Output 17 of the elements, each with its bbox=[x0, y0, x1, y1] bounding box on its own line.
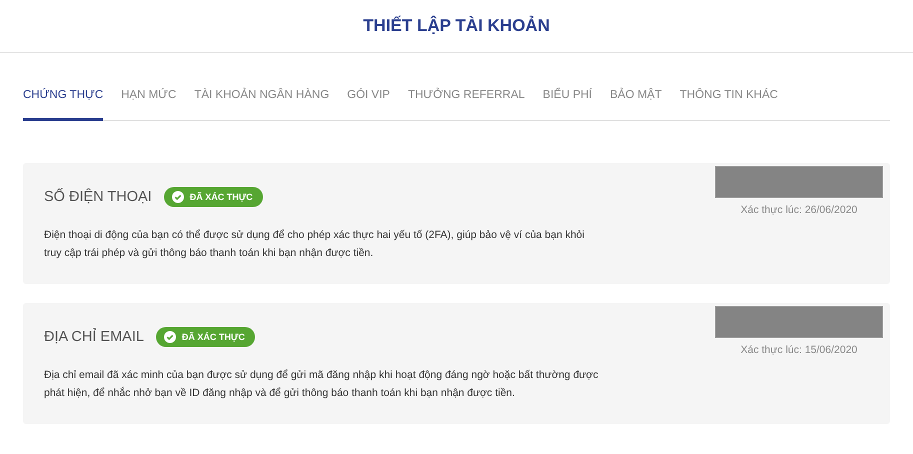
verified-date: Xác thực lúc: 26/06/2020 bbox=[740, 204, 858, 216]
tab[interactable]: THÔNG TIN KHÁC bbox=[680, 77, 778, 121]
verified-date: Xác thực lúc: 15/06/2020 bbox=[740, 344, 858, 356]
status-badge: ĐÃ XÁC THỰC bbox=[164, 187, 263, 207]
page-title: THIẾT LẬP TÀI KHOẢN bbox=[363, 16, 550, 36]
section-title: ĐỊA CHỈ EMAIL bbox=[44, 329, 144, 345]
tab[interactable]: BIỂU PHÍ bbox=[542, 77, 592, 121]
tab[interactable]: BẢO MẬT bbox=[610, 77, 662, 121]
tab[interactable]: TÀI KHOẢN NGÂN HÀNG bbox=[194, 77, 330, 121]
tab[interactable]: CHỨNG THỰC bbox=[23, 77, 104, 121]
section-title: SỐ ĐIỆN THOẠI bbox=[44, 189, 152, 205]
status-badge: ĐÃ XÁC THỰC bbox=[156, 327, 255, 347]
tab[interactable]: HẠN MỨC bbox=[121, 77, 176, 121]
tab[interactable]: GÓI VIP bbox=[347, 77, 390, 121]
section-description: Địa chỉ email đã xác minh của bạn được sử dụng để gửi mã đăng nhập khi hoạt động đáng ngờ hoặc bất thường được phát hiện, để nhắc nhở bạn về ID đăng nhập và để gửi thông báo thanh toán khi bạn nhận được tiền. bbox=[44, 368, 600, 400]
tab[interactable]: THƯỞNG REFERRAL bbox=[408, 77, 525, 121]
section-description: Điện thoại di động của bạn có thể được sử dụng để cho phép xác thực hai yếu tố (2FA), giúp bảo vệ ví của bạn khỏi truy cập trái phép và gửi thông báo thanh toán khi bạn nhận được tiền. bbox=[44, 228, 586, 260]
